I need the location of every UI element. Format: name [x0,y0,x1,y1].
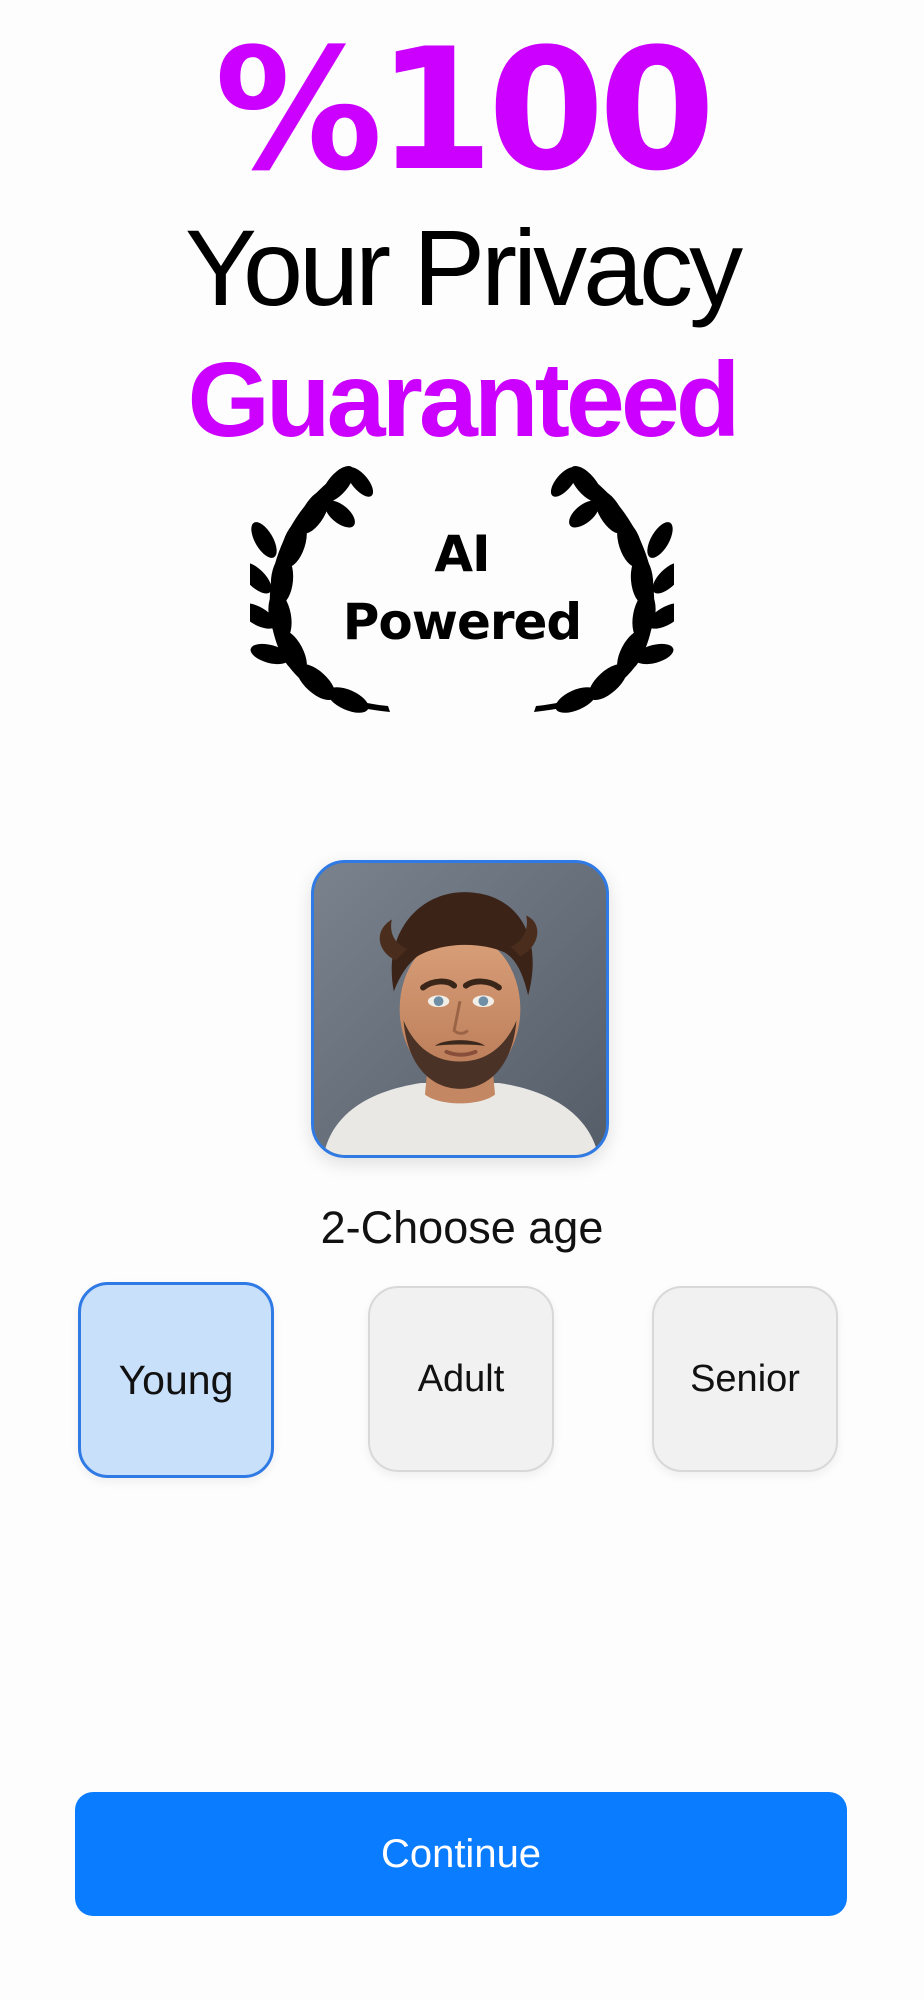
badge-line-ai: AI [434,525,490,583]
face-portrait-image [311,860,609,1158]
age-option-young[interactable]: Young [78,1282,274,1478]
continue-button[interactable]: Continue [75,1792,847,1916]
hero-percent-headline: %100 [214,12,715,208]
age-option-senior[interactable]: Senior [652,1286,838,1472]
hero-guaranteed-headline: Guaranteed [187,341,740,459]
choose-age-label: 2-Choose age [320,1202,604,1253]
badge-line-powered: Powered [342,593,582,651]
laurel-wreath-icon [250,465,674,713]
age-option-adult[interactable]: Adult [368,1286,554,1472]
hero-privacy-headline: Your Privacy [184,207,743,328]
